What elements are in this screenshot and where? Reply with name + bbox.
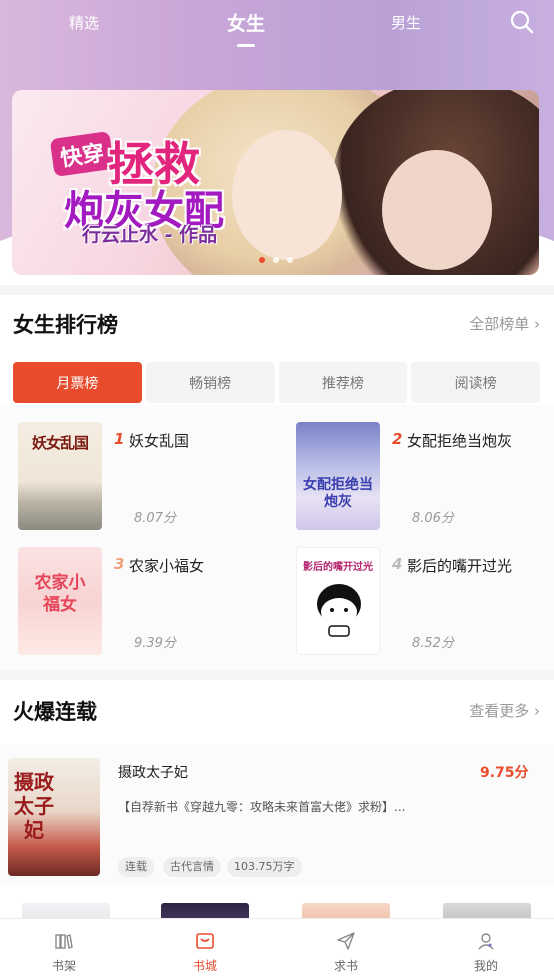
tag-status: 连载 [118,857,154,877]
bookstore-icon [196,933,214,949]
ranking-tabs: 月票榜 畅销榜 推荐榜 阅读榜 [13,362,540,403]
carousel-dot-active[interactable] [258,257,265,263]
ranking-title: 女生排行榜 [13,313,118,337]
active-tab-indicator [237,44,255,47]
book-score: 8.06分 [412,511,454,526]
tag-genre: 古代言情 [163,857,221,877]
nav-request-book-label: 求书 [333,959,358,973]
hot-book-title[interactable]: 摄政太子妃 [118,762,188,782]
tab-bestseller[interactable]: 畅销榜 [145,362,275,403]
book-cover[interactable]: 农家小福女 [18,547,102,655]
bottom-navigation: 书架 书城 求书 我的 [0,918,554,977]
promo-banner[interactable]: 快穿 拯救 炮灰女配 行云止水 - 作品 [12,90,539,275]
nav-request-book[interactable]: 求书 [306,919,386,977]
user-icon [478,933,494,950]
hot-book-score: 9.75分 [480,765,529,781]
rank-number: 1 [114,430,125,448]
nav-bookshelf-label: 书架 [51,959,76,973]
section-divider [0,670,554,680]
nav-bookstore[interactable]: 书城 [165,919,245,977]
carousel-dot[interactable] [272,257,279,263]
tab-most-read[interactable]: 阅读榜 [411,362,540,403]
carousel-dot[interactable] [286,257,293,263]
hot-serial-title: 火爆连载 [13,700,97,724]
tag-word-count: 103.75万字 [227,857,302,877]
rank-number: 4 [392,555,403,573]
book-title[interactable]: 农家小福女 [129,555,204,576]
book-score: 8.52分 [412,636,454,651]
hot-book-description: 【自荐新书《穿越九零：攻略未来首富大佬》求粉】... [118,800,406,814]
book-cover[interactable]: 摄政太子妃 [8,758,100,876]
rank-number: 2 [392,430,403,448]
tab-recommended[interactable]: 推荐榜 [278,362,408,403]
cartoon-face-icon [317,584,361,637]
rank-number: 3 [114,555,125,573]
book-title[interactable]: 影后的嘴开过光 [407,555,512,576]
nav-bookstore-label: 书城 [192,959,217,973]
book-title[interactable]: 女配拒绝当炮灰 [407,430,512,451]
hot-serial-more-link[interactable]: 查看更多 › [469,700,540,721]
banner-tag: 快穿 [49,131,115,177]
tab-male[interactable]: 男生 [391,12,421,33]
carousel-dots [12,257,539,263]
send-icon [337,932,355,950]
search-icon[interactable] [510,10,534,34]
top-navigation: 精选 女生 男生 [0,0,554,60]
nav-profile[interactable]: 我的 [446,919,526,977]
ranking-more-link[interactable]: 全部榜单 › [469,313,540,334]
tab-female[interactable]: 女生 [227,9,265,36]
book-title[interactable]: 妖女乱国 [129,430,189,451]
book-score: 8.07分 [134,511,176,526]
nav-profile-label: 我的 [473,959,498,973]
book-cover[interactable]: 影后的嘴开过光 [296,547,380,655]
tab-featured[interactable]: 精选 [69,12,99,33]
bookstore-page: 精选 女生 男生 快穿 拯救 炮灰女配 行云止水 - 作品 女生排行榜 全部榜单… [0,0,554,977]
tab-monthly-votes[interactable]: 月票榜 [13,362,142,403]
book-cover[interactable]: 妖女乱国 [18,422,102,530]
book-score: 9.39分 [134,636,176,651]
banner-art-face-man [382,150,492,270]
banner-art-face-girl [232,130,342,260]
bookshelf-icon [55,934,73,949]
section-divider [0,285,554,295]
book-cover[interactable]: 女配拒绝当炮灰 [296,422,380,530]
banner-author: 行云止水 - 作品 [82,224,218,246]
nav-bookshelf[interactable]: 书架 [24,919,104,977]
